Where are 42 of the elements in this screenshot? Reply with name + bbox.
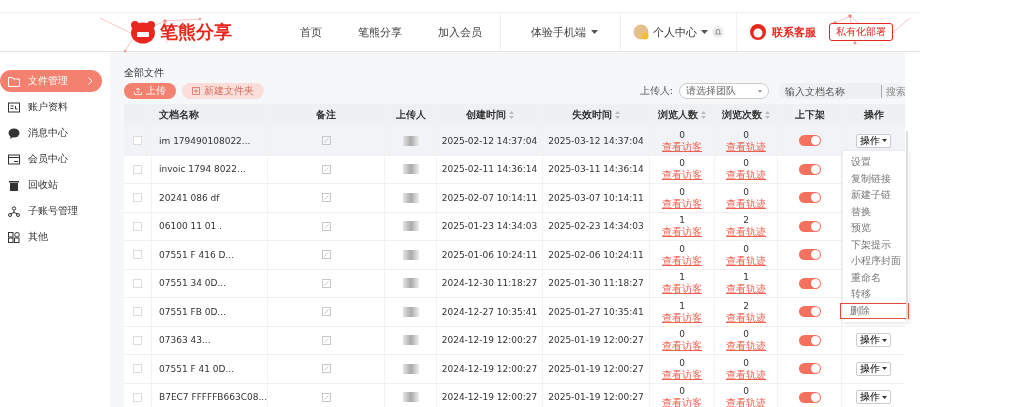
visit-count: 0	[743, 185, 749, 198]
table-cell: 2025-02-12 14:37:04	[441, 135, 538, 146]
table-cell: 2025-02-06 10:24:11	[548, 249, 644, 260]
visit-count: 1	[743, 271, 749, 284]
visitor-count: 1	[679, 299, 685, 312]
table-cell: 2024-12-19 12:00:27	[441, 335, 538, 346]
visitor-count: 1	[679, 214, 685, 226]
visitor-count: 0	[679, 157, 685, 169]
table-cell: 2024-12-30 11:18:27	[441, 278, 538, 289]
table-cell: 2025-02-11 14:36:14	[441, 164, 538, 175]
visit-count: 2	[743, 299, 749, 312]
visitor-count: 0	[679, 385, 685, 397]
visit-count: 0	[743, 356, 749, 369]
table-cell: 2025-02-07 10:14:11	[441, 192, 538, 203]
table-cell: 2025-01-27 10:35:41	[548, 306, 644, 317]
visitor-count: 1	[679, 271, 685, 283]
table-cell: 2024-12-19 12:00:27	[441, 363, 538, 374]
visit-count: 0	[743, 328, 749, 341]
table-cell: 2025-03-12 14:37:04	[548, 135, 644, 146]
table-cell: 2025-03-11 14:36:14	[548, 164, 644, 175]
visit-count: 0	[743, 242, 749, 255]
table-cell: 2025-01-19 12:00:27	[548, 335, 644, 346]
table-cell: 2025-01-19 12:00:27	[548, 392, 644, 403]
visit-count: 0	[743, 157, 749, 170]
table-cell: 2025-01-30 11:18:27	[548, 278, 644, 289]
table-cell: 2024-12-27 10:35:41	[441, 306, 538, 317]
visitor-count: 0	[679, 185, 685, 198]
visit-count: 0	[743, 128, 749, 141]
table-cell: 2025-01-19 12:00:27	[548, 363, 644, 374]
visitor-count: 0	[679, 242, 685, 255]
table-cell: 2025-01-23 14:34:03	[441, 221, 538, 232]
visit-count: 0	[743, 385, 749, 398]
table-cell: 2024-12-19 12:00:27	[441, 392, 538, 403]
breadcrumb: 全部文件	[124, 66, 164, 80]
uploader-label: 上传人:	[639, 84, 673, 98]
visitor-count: 0	[679, 128, 685, 141]
visit-count: 2	[743, 214, 749, 227]
table-cell: 2025-03-07 10:14:11	[548, 192, 644, 203]
visitor-count: 0	[679, 356, 685, 369]
table-cell: 2025-02-23 14:34:03	[548, 221, 644, 232]
table-cell: 2025-01-06 10:24:11	[441, 249, 538, 260]
visitor-count: 0	[679, 328, 685, 340]
